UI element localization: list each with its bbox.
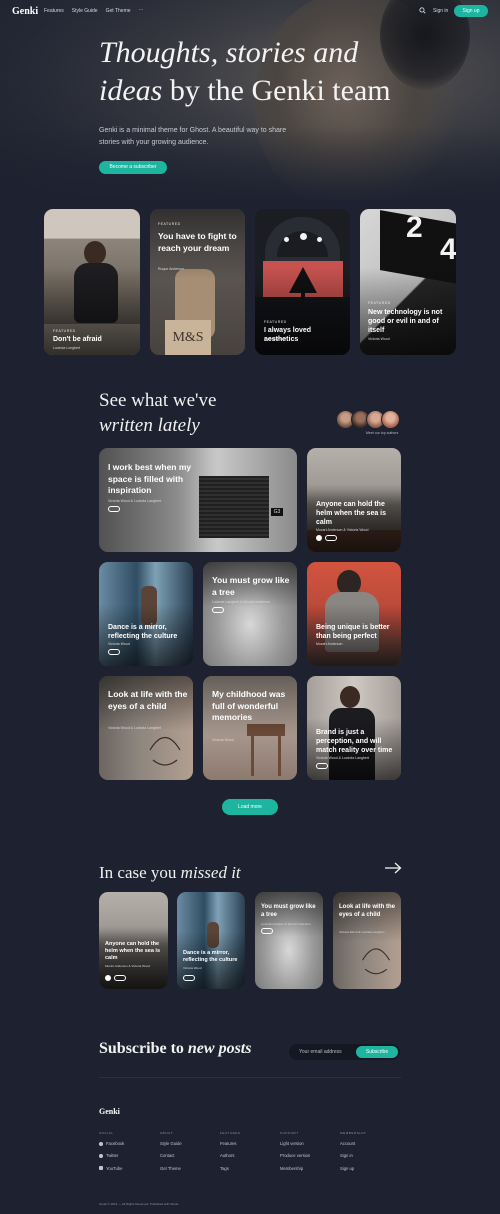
missed-card-4[interactable]: Look at life with the eyes of a child Vi… [333, 892, 401, 989]
play-icon[interactable] [105, 975, 111, 981]
missed-section-title: In case you missed it [99, 863, 241, 882]
subscribe-title: Subscribe to new posts [99, 1040, 252, 1057]
top-authors-avatars [336, 410, 400, 430]
nav-links: Features Style Guide Get Theme ··· [44, 8, 144, 15]
footer-logo[interactable]: Genki [99, 1107, 120, 1116]
become-subscriber-button[interactable]: Become a subscriber [99, 161, 167, 174]
signin-link[interactable]: Sign in [433, 8, 448, 14]
featured-card-3[interactable]: FEATURED I always loved aesthetics Victo… [255, 209, 350, 355]
footer-link[interactable]: Account [340, 1141, 366, 1146]
post-card-title: My childhood was full of wonderful memor… [212, 689, 286, 722]
footer-link-youtube[interactable]: YouTube [99, 1166, 124, 1171]
read-more-button[interactable] [183, 975, 195, 981]
missed-card-title: Dance is a mirror, reflecting the cultur… [183, 950, 238, 963]
twitter-icon [99, 1153, 103, 1158]
nav-link-get-theme[interactable]: Get Theme [106, 8, 131, 14]
post-card-title: Being unique is better than being perfec… [316, 624, 390, 640]
signup-button[interactable]: Sign up [454, 5, 488, 17]
missed-card-1[interactable]: Anyone can hold the helm when the sea is… [99, 892, 168, 989]
missed-card-title: Anyone can hold the helm when the sea is… [105, 941, 161, 961]
read-more-button[interactable] [114, 975, 126, 981]
missed-card-title: Look at life with the eyes of a child [339, 904, 396, 918]
footer-link-facebook[interactable]: Facebook [99, 1141, 124, 1146]
email-field[interactable] [299, 1044, 354, 1060]
read-more-button[interactable] [325, 535, 337, 541]
footer-column-membership: MEMBERSHIP Account Sign in Sign up [340, 1131, 367, 1171]
post-card-4[interactable]: You must grow like a tree Lucinda Langbe… [203, 562, 297, 666]
footer-link[interactable]: Produce version [280, 1153, 310, 1158]
footer-link[interactable]: Contact [160, 1153, 182, 1158]
post-card-2[interactable]: Anyone can hold the helm when the sea is… [307, 448, 401, 552]
post-card-title: You must grow like a tree [212, 575, 290, 597]
hero-title: Thoughts, stories and ideas by the Genki … [99, 36, 391, 107]
youtube-icon [99, 1166, 103, 1171]
featured-card-title: You have to fight to reach your dream [158, 231, 237, 253]
footer-column-features: FEATURES Features Authors Tags [220, 1131, 241, 1171]
missed-card-title: You must grow like a tree [261, 904, 316, 918]
featured-card-title: Don't be afraid [53, 336, 102, 343]
footer-column-about: ABOUT Style Guide Contact Get Theme [160, 1131, 182, 1171]
post-card-title: Brand is just a perception, and will mat… [316, 729, 393, 754]
featured-card-2[interactable]: M&S FEATURED You have to fight to reach … [150, 209, 245, 355]
copyright: Genki © 2021 — All Rights Reserved. Publ… [99, 1202, 179, 1206]
missed-card-3[interactable]: You must grow like a tree Lucinda Langbe… [255, 892, 323, 989]
featured-card-4[interactable]: 2 4 FEATURED New technology is not good … [360, 209, 456, 355]
post-card-7[interactable]: My childhood was full of wonderful memor… [203, 676, 297, 780]
footer-link[interactable]: Features [220, 1141, 241, 1146]
post-card-title: Dance is a mirror, reflecting the cultur… [108, 624, 178, 640]
post-card-8[interactable]: Brand is just a perception, and will mat… [307, 676, 401, 780]
post-card-6[interactable]: Look at life with the eyes of a child Vi… [99, 676, 193, 780]
footer-link-twitter[interactable]: Twitter [99, 1153, 124, 1158]
play-icon[interactable] [316, 535, 322, 541]
footer-link[interactable]: Membership [280, 1166, 310, 1171]
read-more-button[interactable] [261, 928, 273, 934]
subscribe-form: Subscribe [289, 1044, 400, 1060]
face-line-art-icon [149, 736, 181, 766]
avatar[interactable] [381, 410, 400, 429]
footer-divider [99, 1077, 401, 1078]
footer-link[interactable]: Light version [280, 1141, 310, 1146]
post-card-3[interactable]: Dance is a mirror, reflecting the cultur… [99, 562, 193, 666]
footer-column-support: SUPPORT Light version Produce version Me… [280, 1131, 311, 1171]
search-icon[interactable] [419, 7, 426, 14]
nav-link-style-guide[interactable]: Style Guide [72, 8, 98, 14]
site-logo[interactable]: Genki [12, 6, 38, 17]
footer-link[interactable]: Authors [220, 1153, 241, 1158]
more-icon[interactable]: ··· [139, 8, 144, 14]
read-more-button[interactable] [108, 649, 120, 655]
featured-card-title: New technology is not good or evil in an… [368, 309, 443, 334]
footer-link[interactable]: Sign in [340, 1153, 366, 1158]
read-more-button[interactable] [316, 763, 328, 769]
read-more-button[interactable] [108, 506, 120, 512]
post-card-1[interactable]: G3 I work best when my space is filled w… [99, 448, 297, 552]
featured-card-1[interactable]: FEATURED Don't be afraid Lucinda Longber… [44, 209, 140, 355]
post-card-5[interactable]: Being unique is better than being perfec… [307, 562, 401, 666]
latest-section-title: See what we've written lately [99, 390, 217, 436]
load-more-button[interactable]: Load more [222, 799, 278, 815]
hero-description: Genki is a minimal theme for Ghost. A be… [99, 127, 287, 146]
post-card-title: Look at life with the eyes of a child [108, 689, 188, 711]
read-more-button[interactable] [212, 607, 224, 613]
facebook-icon [99, 1141, 103, 1146]
footer-link[interactable]: Sign up [340, 1166, 366, 1171]
footer-column-social: SOCIAL Facebook Twitter YouTube [99, 1131, 125, 1171]
featured-card-title: I always loved aesthetics [264, 327, 312, 343]
arrow-right-icon[interactable] [384, 862, 402, 874]
footer-link[interactable]: Tags [220, 1166, 241, 1171]
post-card-title: I work best when my space is filled with… [108, 462, 192, 495]
top-navigation: Genki Features Style Guide Get Theme ···… [0, 0, 500, 24]
subscribe-button[interactable]: Subscribe [356, 1046, 398, 1058]
face-line-art-icon [362, 948, 390, 975]
missed-card-2[interactable]: Dance is a mirror, reflecting the cultur… [177, 892, 245, 989]
nav-link-features[interactable]: Features [44, 8, 64, 14]
post-card-title: Anyone can hold the helm when the sea is… [316, 501, 387, 526]
footer-link[interactable]: Style Guide [160, 1141, 182, 1146]
footer-link[interactable]: Get Theme [160, 1166, 182, 1171]
meet-authors-label: Meet our top authors [366, 431, 399, 435]
